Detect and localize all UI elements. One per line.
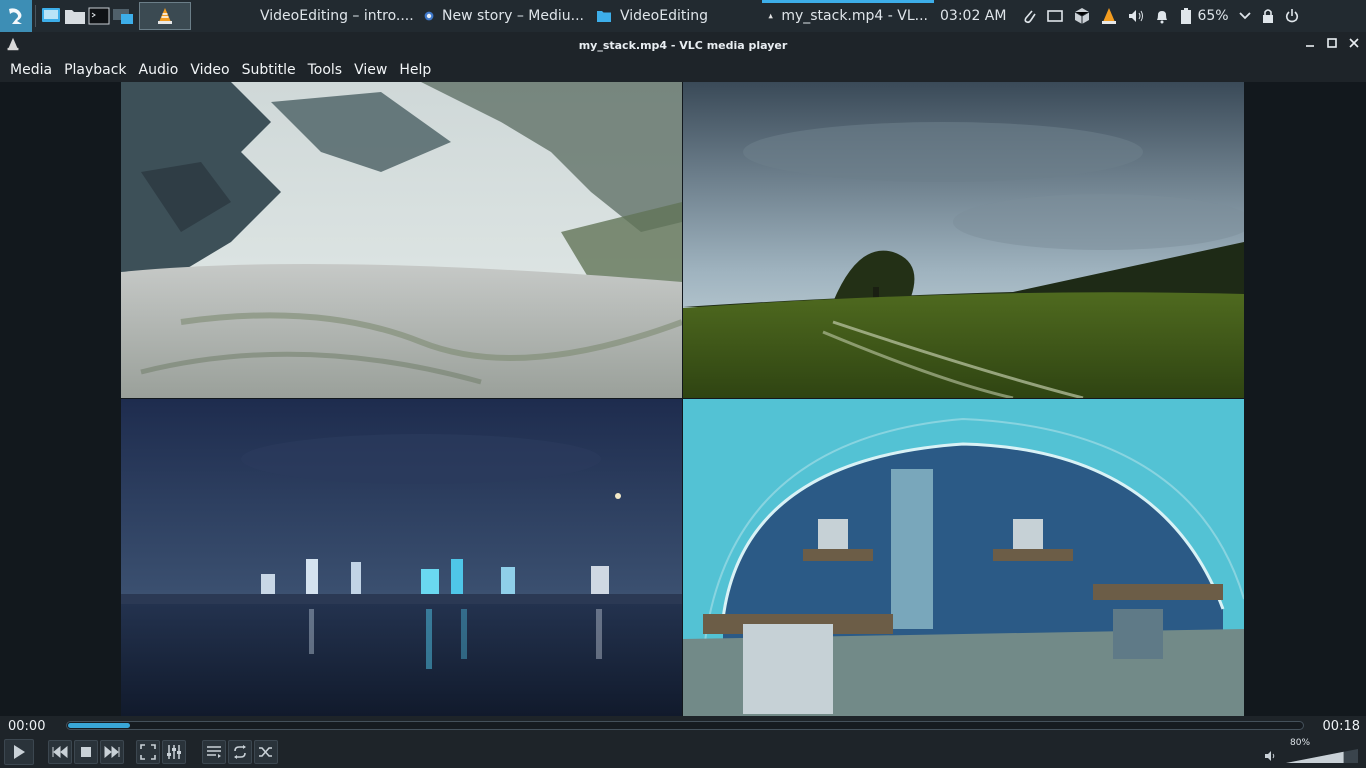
fullscreen-icon — [140, 744, 156, 760]
paperclip-icon[interactable] — [1021, 7, 1037, 25]
equalizer-icon — [167, 745, 181, 759]
menu-help[interactable]: Help — [393, 62, 437, 78]
total-time: 00:18 — [1322, 718, 1360, 734]
desktop-icon[interactable] — [39, 5, 63, 27]
menu-playback[interactable]: Playback — [58, 62, 132, 78]
bell-icon[interactable] — [1154, 8, 1170, 24]
video-area[interactable] — [0, 82, 1366, 716]
volume-percent: 80% — [1290, 738, 1311, 748]
menu-bar: Media Playback Audio Video Subtitle Tool… — [0, 58, 1366, 82]
volume-slider[interactable] — [1284, 748, 1360, 764]
top-panel: VideoEditing – intro.... New story – Med… — [0, 0, 1366, 32]
next-icon — [104, 746, 120, 758]
terminal-icon[interactable] — [87, 5, 111, 27]
battery-icon[interactable] — [1179, 7, 1193, 25]
power-icon[interactable] — [1284, 8, 1300, 24]
window-buttons — [1304, 36, 1360, 50]
play-icon — [14, 745, 25, 759]
video-frame[interactable] — [121, 82, 1244, 716]
task-label: VideoEditing – intro.... — [260, 8, 414, 24]
volume-icon[interactable] — [1127, 8, 1145, 24]
browser-icon — [424, 11, 434, 21]
controls-bar: 80% — [0, 736, 1366, 768]
seek-progress — [68, 723, 130, 728]
play-button[interactable] — [4, 739, 34, 765]
maximize-icon[interactable] — [1326, 36, 1338, 50]
menu-media[interactable]: Media — [4, 62, 58, 78]
menu-audio[interactable]: Audio — [133, 62, 185, 78]
lock-icon[interactable] — [1261, 7, 1275, 25]
menu-video[interactable]: Video — [184, 62, 235, 78]
vlc-cone-icon — [7, 37, 19, 51]
task-videoediting-intro[interactable]: VideoEditing – intro.... — [246, 0, 418, 32]
video-quadrant-mountain — [121, 82, 682, 398]
chevron-down-icon[interactable] — [1238, 11, 1252, 21]
video-quadrant-restaurant — [683, 399, 1244, 716]
shuffle-button[interactable] — [254, 740, 278, 764]
vlc-cone-icon — [158, 8, 172, 24]
task-videoediting-folder[interactable]: VideoEditing — [590, 0, 762, 32]
playlist-button[interactable] — [202, 740, 226, 764]
menu-subtitle[interactable]: Subtitle — [236, 62, 302, 78]
battery-percent: 65% — [1197, 8, 1229, 24]
task-label: New story – Mediu... — [442, 8, 584, 24]
playlist-icon — [207, 746, 221, 758]
task-label: VideoEditing — [620, 8, 708, 24]
video-quadrant-tree — [683, 82, 1244, 398]
loop-icon — [234, 745, 246, 759]
vlc-tray-icon[interactable] — [1100, 7, 1118, 25]
menu-view[interactable]: View — [348, 62, 393, 78]
fullscreen-button[interactable] — [136, 740, 160, 764]
virtual-desktop-pager[interactable] — [139, 2, 191, 30]
menu-tools[interactable]: Tools — [302, 62, 349, 78]
task-new-story[interactable]: New story – Mediu... — [418, 0, 590, 32]
folder-icon — [597, 11, 611, 22]
window-title: my_stack.mp4 - VLC media player — [578, 38, 788, 52]
extended-settings-button[interactable] — [162, 740, 186, 764]
next-button[interactable] — [100, 740, 124, 764]
minimize-icon[interactable] — [1304, 36, 1316, 50]
elapsed-time: 00:00 — [8, 718, 46, 734]
previous-icon — [52, 746, 68, 758]
seek-row: 00:00 00:18 — [0, 716, 1366, 736]
panel-separator — [35, 5, 36, 27]
task-label: my_stack.mp4 - VL... — [781, 8, 928, 24]
package-icon[interactable] — [1073, 7, 1091, 25]
folder-icon[interactable] — [63, 5, 87, 27]
volume-control[interactable]: 80% — [1265, 738, 1360, 764]
vlc-cone-icon — [768, 13, 773, 19]
video-quadrant-city — [121, 399, 682, 716]
loop-button[interactable] — [228, 740, 252, 764]
system-tray: 03:02 AM 65% — [934, 0, 1306, 32]
stop-button[interactable] — [74, 740, 98, 764]
speaker-icon — [1265, 751, 1275, 761]
previous-button[interactable] — [48, 740, 72, 764]
kde-menu-icon[interactable] — [0, 0, 32, 32]
shuffle-icon — [259, 747, 272, 757]
clock[interactable]: 03:02 AM — [940, 8, 1006, 24]
media-icon[interactable] — [1046, 8, 1064, 24]
close-icon[interactable] — [1348, 36, 1360, 50]
task-vlc-my-stack[interactable]: my_stack.mp4 - VL... — [762, 0, 934, 32]
seek-slider[interactable] — [66, 721, 1304, 730]
stop-icon — [81, 747, 91, 757]
window-titlebar[interactable]: my_stack.mp4 - VLC media player — [0, 32, 1366, 58]
display-icon[interactable] — [111, 5, 135, 27]
